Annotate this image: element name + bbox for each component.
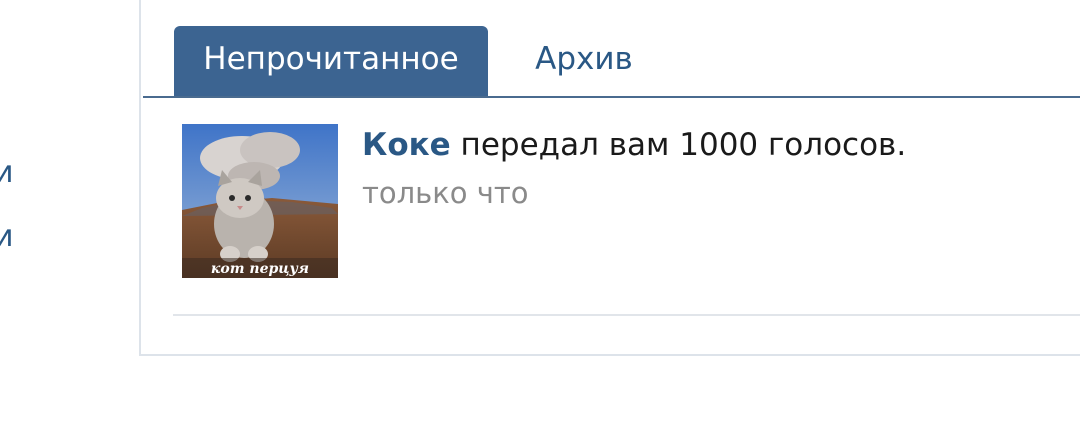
left-menu: и и	[0, 0, 138, 440]
notification-timestamp: только что	[362, 176, 529, 210]
thumbnail-caption: кот перцуя	[211, 261, 309, 277]
tab-archive[interactable]: Архив	[514, 26, 654, 96]
notification-thumbnail[interactable]: кот перцуя	[182, 124, 338, 278]
notifications-panel: Непрочитанное Архив кот перцуя Коке пере…	[139, 0, 1080, 356]
notification-user-link[interactable]: Коке	[362, 127, 451, 163]
left-menu-item[interactable]: и	[0, 222, 14, 252]
cat-photo-image: кот перцуя	[182, 124, 338, 278]
tab-bar: Непрочитанное Архив	[143, 0, 1080, 98]
divider	[173, 314, 1080, 316]
notification-item[interactable]: кот перцуя Коке передал вам 1000 голосов…	[182, 124, 1080, 284]
notification-text: Коке передал вам 1000 голосов.	[362, 126, 906, 164]
left-menu-item[interactable]: и	[0, 158, 14, 188]
tab-unread[interactable]: Непрочитанное	[174, 26, 488, 96]
notification-message: передал вам 1000 голосов.	[450, 127, 907, 163]
